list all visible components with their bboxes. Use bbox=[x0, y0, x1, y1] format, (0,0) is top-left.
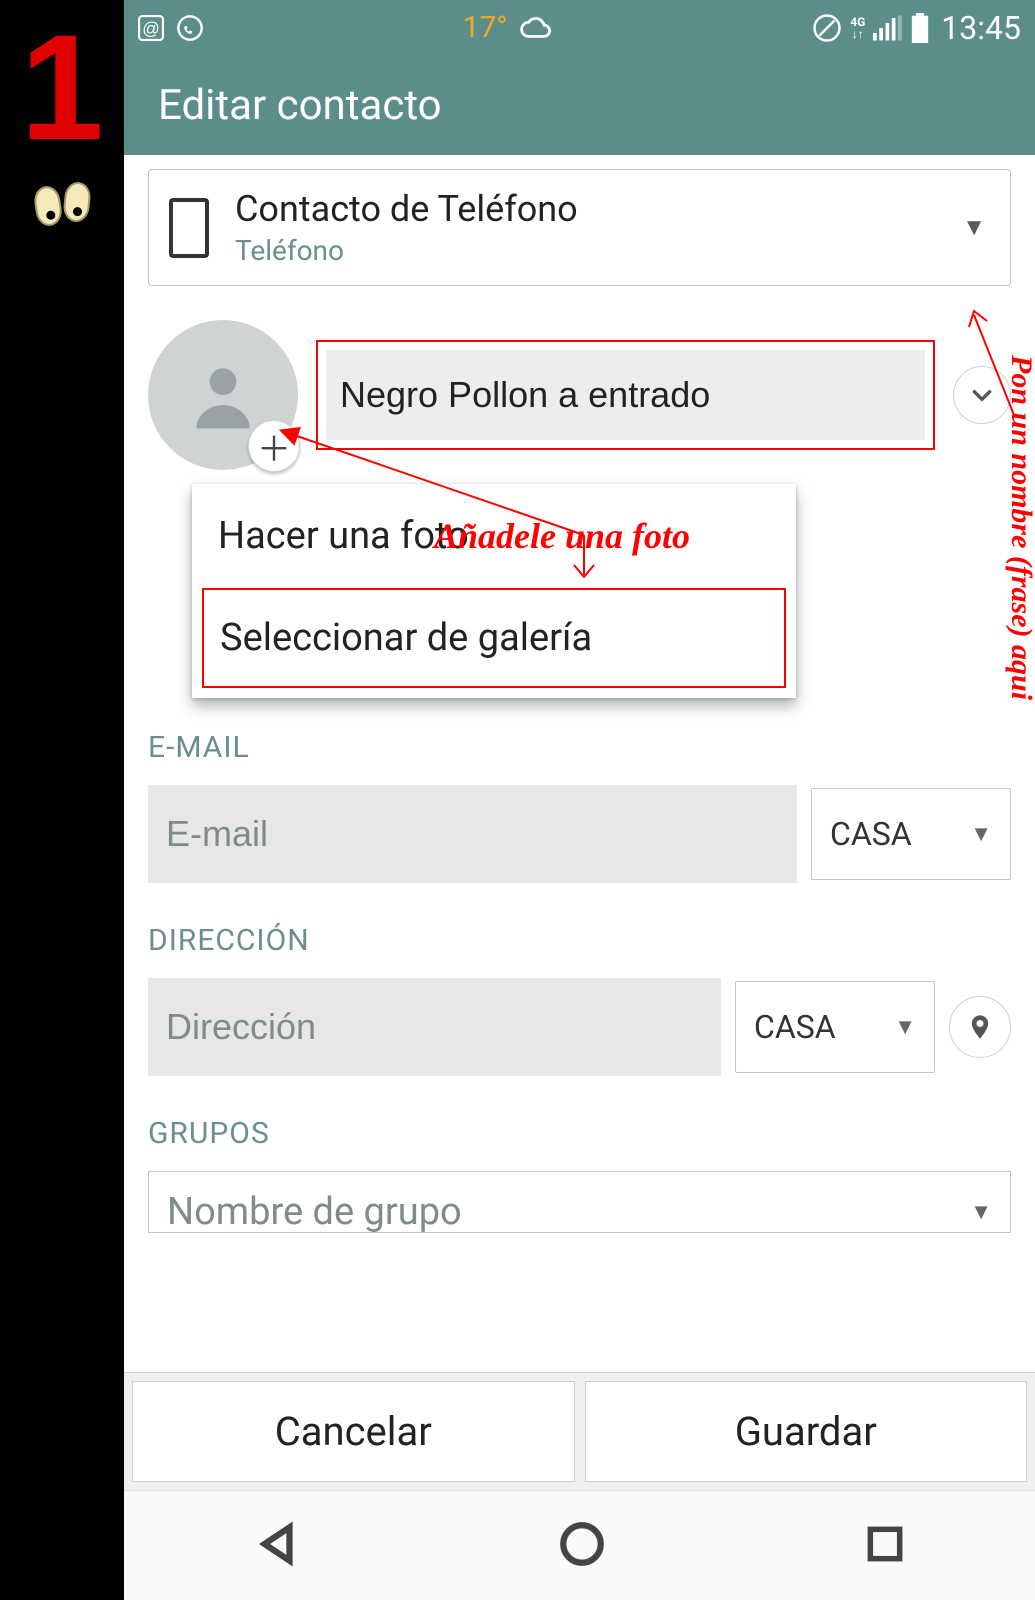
mascot-eyes-icon bbox=[35, 182, 90, 237]
name-field-highlight bbox=[316, 340, 935, 450]
temperature-label: 17° bbox=[463, 10, 508, 45]
add-photo-button[interactable]: ＋ bbox=[248, 420, 300, 472]
photo-popup: Hacer una foto Seleccionar de galería bbox=[192, 484, 796, 698]
nav-home-button[interactable] bbox=[557, 1519, 607, 1573]
cancel-button[interactable]: Cancelar bbox=[132, 1381, 575, 1482]
chevron-down-icon: ▼ bbox=[970, 1199, 992, 1225]
popup-select-gallery[interactable]: Seleccionar de galería bbox=[202, 588, 786, 688]
signal-icon bbox=[873, 15, 903, 41]
battery-icon bbox=[911, 13, 929, 43]
page-title: Editar contacto bbox=[158, 81, 442, 130]
bottom-buttons: Cancelar Guardar bbox=[124, 1372, 1035, 1490]
name-input[interactable] bbox=[326, 350, 925, 440]
address-row: CASA ▼ bbox=[148, 978, 1011, 1076]
expand-name-button[interactable] bbox=[953, 366, 1011, 424]
status-bar: @ 17° 4G ↓↑ 13:4 bbox=[124, 0, 1035, 55]
account-title: Contacto de Teléfono bbox=[235, 188, 936, 230]
chevron-down-icon: ▼ bbox=[894, 1014, 916, 1040]
whatsapp-icon bbox=[176, 14, 204, 42]
network-label: 4G bbox=[850, 16, 865, 28]
nav-back-button[interactable] bbox=[252, 1519, 302, 1573]
nav-recent-button[interactable] bbox=[863, 1522, 907, 1570]
group-placeholder: Nombre de grupo bbox=[167, 1190, 462, 1233]
section-groups-label: GRUPOS bbox=[148, 1116, 1011, 1151]
group-select[interactable]: Nombre de grupo ▼ bbox=[148, 1171, 1011, 1233]
account-subtitle: Teléfono bbox=[235, 234, 936, 267]
tutorial-sidebar: 1 SORPRENDO bbox=[0, 0, 124, 1600]
section-address-label: DIRECCIÓN bbox=[148, 923, 1011, 958]
cloud-icon bbox=[520, 14, 554, 42]
phone-screen: @ 17° 4G ↓↑ 13:4 bbox=[124, 0, 1035, 1600]
clock-label: 13:45 bbox=[941, 9, 1021, 47]
save-button[interactable]: Guardar bbox=[585, 1381, 1028, 1482]
email-input[interactable] bbox=[148, 785, 797, 883]
network-icon: 4G ↓↑ bbox=[850, 16, 865, 40]
brand-name: SORPRENDO bbox=[0, 397, 7, 797]
mute-icon bbox=[812, 13, 842, 43]
chevron-down-icon: ▼ bbox=[970, 821, 992, 847]
svg-text:@: @ bbox=[142, 18, 160, 38]
at-icon: @ bbox=[138, 15, 164, 41]
chevron-down-icon: ▼ bbox=[962, 213, 986, 242]
map-pin-button[interactable] bbox=[949, 996, 1011, 1058]
section-email-label: E-MAIL bbox=[148, 730, 1011, 765]
name-row: ＋ Hacer una foto Seleccionar de galería bbox=[148, 320, 1011, 470]
email-row: CASA ▼ bbox=[148, 785, 1011, 883]
address-type-label: CASA bbox=[754, 1008, 836, 1046]
address-input[interactable] bbox=[148, 978, 721, 1076]
app-bar: Editar contacto bbox=[124, 55, 1035, 155]
popup-take-photo[interactable]: Hacer una foto bbox=[192, 484, 796, 588]
phone-icon bbox=[169, 198, 209, 258]
account-selector[interactable]: Contacto de Teléfono Teléfono ▼ bbox=[148, 169, 1011, 286]
email-type-label: CASA bbox=[830, 815, 912, 853]
email-type-select[interactable]: CASA ▼ bbox=[811, 788, 1011, 880]
content-area: Contacto de Teléfono Teléfono ▼ ＋ Hacer … bbox=[124, 155, 1035, 1372]
nav-bar bbox=[124, 1490, 1035, 1600]
avatar-wrap: ＋ bbox=[148, 320, 298, 470]
address-type-select[interactable]: CASA ▼ bbox=[735, 981, 935, 1073]
step-number: 1 bbox=[0, 12, 124, 162]
